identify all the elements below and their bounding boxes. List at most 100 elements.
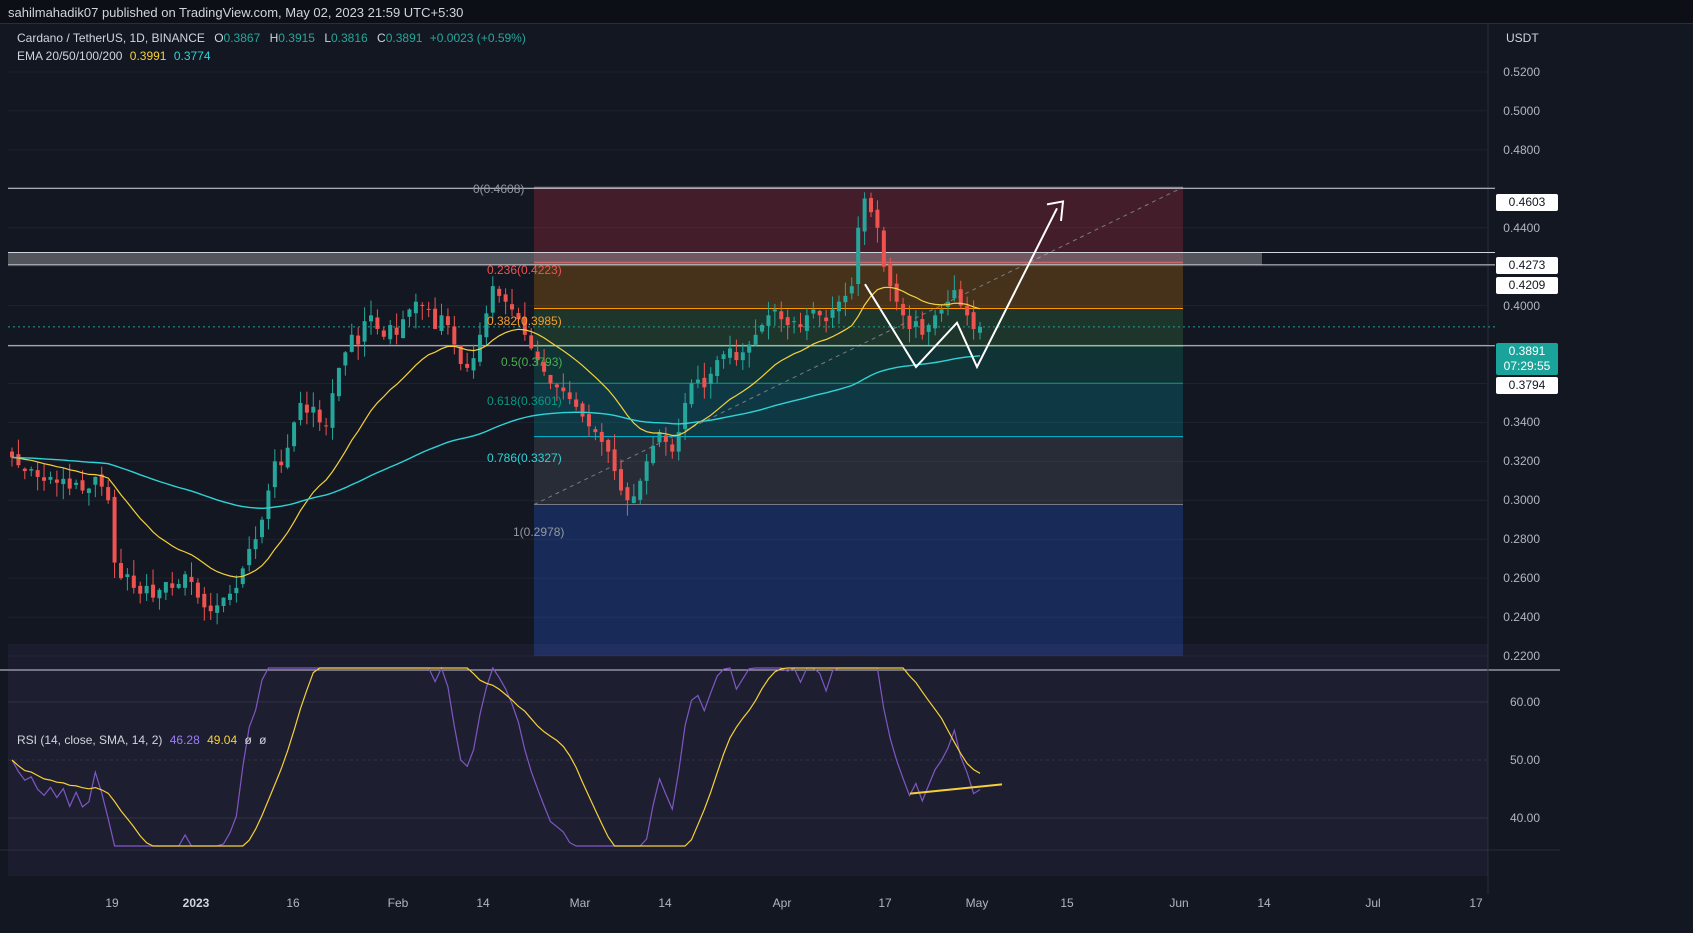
time-tick-label: Jun [1169, 896, 1189, 910]
price-tag-resistance-zone-top: 0.4273 [1496, 257, 1558, 274]
rsi-band [8, 644, 1488, 876]
candle-body [349, 334, 354, 352]
publisher-line: sahilmahadik07 published on TradingView.… [8, 5, 464, 20]
candle-body [324, 425, 329, 427]
candle-body [881, 230, 886, 267]
rsi-sma-value: 49.04 [207, 733, 238, 747]
candle-body [651, 445, 656, 464]
candle-body [112, 496, 117, 563]
candle-body [612, 449, 617, 472]
candle-body [433, 308, 438, 329]
candle-body [593, 429, 598, 433]
price-chart[interactable] [0, 24, 1693, 933]
fib-label-0: 0(0.4608) [473, 182, 525, 196]
candle-body [86, 488, 91, 494]
candle-body [106, 487, 111, 501]
candle-body [272, 461, 277, 488]
candle-body [490, 286, 495, 313]
rsi-na-2: ø [259, 733, 267, 747]
chart-frame: sahilmahadik07 published on TradingView.… [0, 0, 1693, 933]
time-tick-label: 14 [476, 896, 490, 910]
candle-body [978, 326, 982, 333]
candle-body [510, 304, 515, 310]
candle-body [16, 454, 21, 466]
candle-body [247, 548, 252, 566]
candle-body [260, 519, 265, 538]
candle-body [138, 585, 143, 594]
candle-body [638, 480, 643, 500]
price-tag-resistance-top: 0.4603 [1496, 194, 1558, 211]
candle-body [125, 574, 130, 578]
ema-label: EMA 20/50/100/200 [17, 49, 123, 63]
candle-body [189, 576, 194, 583]
candle-body [503, 294, 508, 302]
candle-body [163, 582, 168, 593]
candle-body [497, 288, 502, 296]
candle-body [10, 451, 14, 458]
candle-body [747, 344, 752, 353]
candle-body [875, 209, 880, 228]
candle-body [93, 476, 98, 485]
candle-body [740, 352, 745, 361]
time-tick-label: 19 [105, 896, 119, 910]
candle-body [862, 198, 867, 232]
bar-countdown: 07:29:55 [1503, 359, 1551, 373]
candle-body [407, 309, 412, 317]
candle-body [856, 227, 861, 284]
candle-body [888, 264, 893, 287]
fib-extension-zone [534, 504, 1183, 656]
candle-body [330, 393, 335, 428]
candle-body [253, 539, 258, 550]
rsi-legend[interactable]: RSI (14, close, SMA, 14, 2) 46.28 49.04 … [17, 733, 267, 747]
ema-value-slow: 0.3774 [173, 49, 211, 63]
candle-body [849, 286, 854, 294]
candle-body [727, 348, 732, 358]
fib-label-382: 0.382(0.3985) [487, 314, 562, 328]
candle-body [48, 476, 53, 480]
candle-body [170, 583, 175, 588]
candle-body [151, 584, 156, 598]
candle-body [933, 315, 938, 329]
price-tick-label: 0.2400 [1503, 610, 1540, 625]
candle-body [208, 605, 213, 612]
current-price: 0.3891 [1508, 344, 1546, 358]
price-tick-label: 0.2600 [1503, 571, 1540, 586]
candle-body [35, 470, 40, 477]
candle-body [279, 461, 284, 466]
candle-body [317, 409, 322, 423]
candle-body [426, 308, 431, 310]
candle-body [439, 315, 444, 331]
price-tick-label: 0.3400 [1503, 415, 1540, 430]
candle-body [311, 406, 316, 413]
candle-body [824, 317, 829, 322]
symbol-legend: Cardano / TetherUS, 1D, BINANCE O0.3867 … [17, 31, 526, 45]
candle-body [292, 422, 297, 447]
candle-body [843, 295, 848, 303]
ema-legend[interactable]: EMA 20/50/100/200 0.3991 0.3774 [17, 49, 211, 63]
candle-body [176, 583, 181, 588]
candle-body [413, 301, 418, 314]
rsi-value: 46.28 [169, 733, 200, 747]
time-tick-label: 16 [286, 896, 300, 910]
candle-body [29, 469, 34, 471]
open-key: O [214, 31, 224, 45]
symbol-name: Cardano / TetherUS, 1D, BINANCE [17, 31, 205, 45]
candle-body [401, 319, 406, 339]
candle-body [42, 477, 47, 481]
candle-body [471, 358, 476, 371]
candle-body [375, 317, 380, 329]
candle-body [195, 582, 200, 598]
candle-body [683, 402, 688, 430]
candle-body [939, 309, 944, 314]
rsi-label: RSI (14, close, SMA, 14, 2) [17, 733, 163, 747]
open-value: 0.3867 [223, 31, 261, 45]
price-tick-label: 0.3000 [1503, 493, 1540, 508]
price-tick-label: 0.4800 [1503, 142, 1540, 157]
candle-body [708, 373, 713, 384]
fib-label-5: 0.5(0.3793) [501, 355, 563, 369]
candle-body [362, 321, 367, 342]
fib-zone [534, 345, 1183, 384]
candle-body [61, 478, 66, 485]
candle-body [901, 304, 906, 316]
time-tick-label: 15 [1060, 896, 1074, 910]
